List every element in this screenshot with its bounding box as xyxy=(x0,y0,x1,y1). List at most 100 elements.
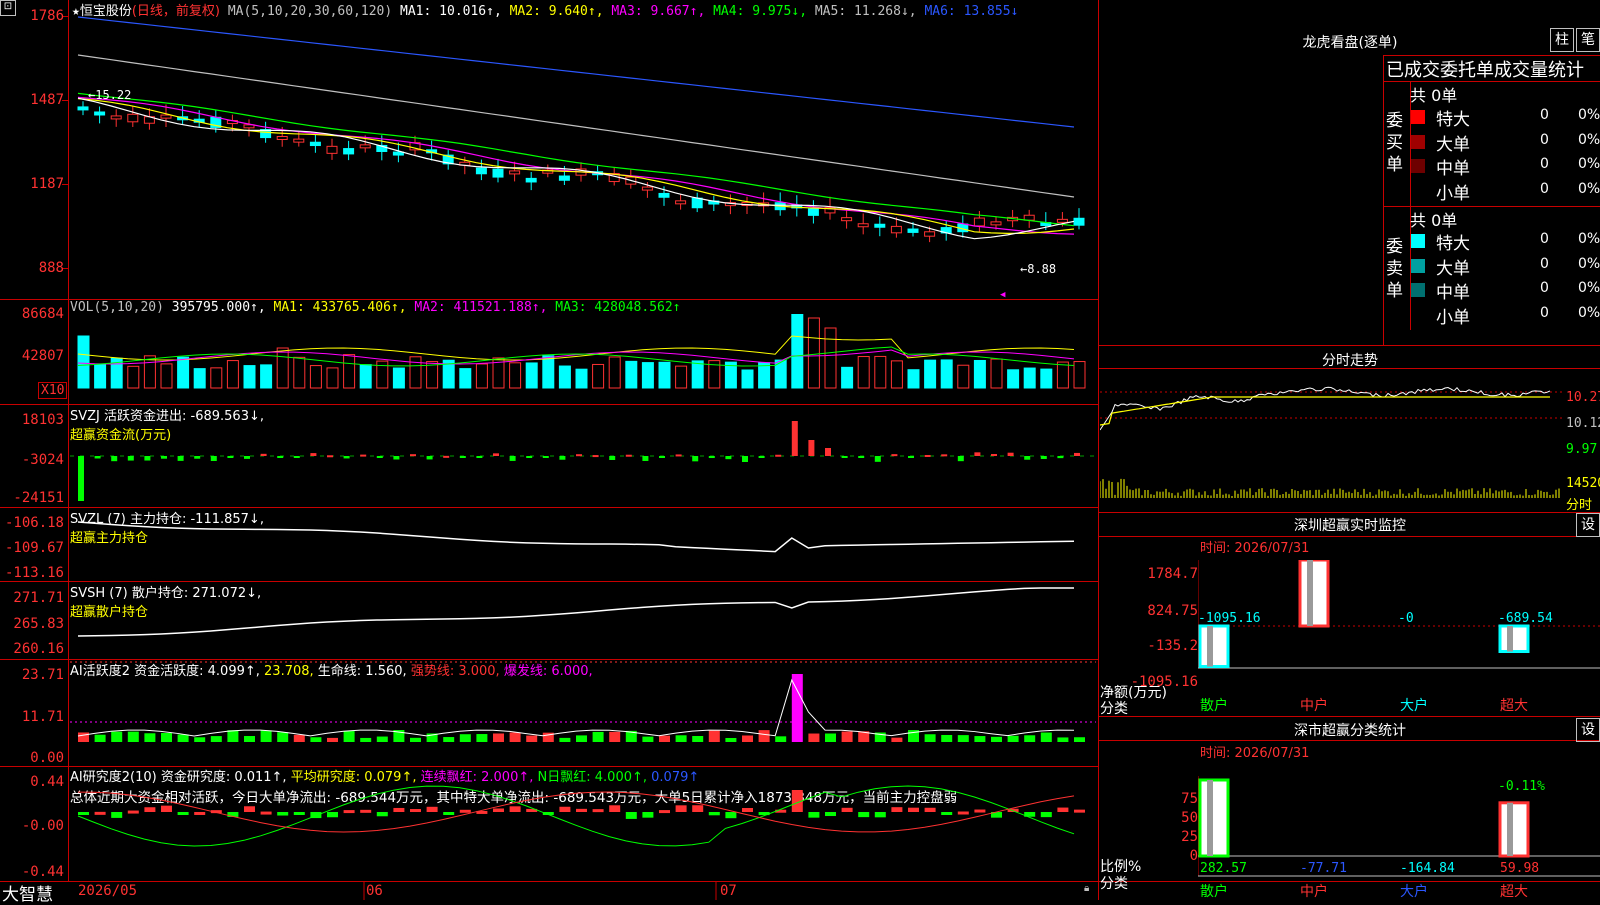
ai-research-bar xyxy=(111,812,123,818)
stats-chart[interactable]: 282.57 散户 -77.71 中户 -164.84 大户 59.98 超大 -0.11% xyxy=(1198,776,1600,900)
intraday-chart[interactable] xyxy=(1100,370,1565,512)
candle xyxy=(309,141,321,147)
volume-bar xyxy=(160,363,173,389)
monitor-chart[interactable]: -1095.16散户1784.7中户-0大户-689.54超大 xyxy=(1198,560,1600,714)
sell-row-count: 0 xyxy=(1540,304,1549,321)
ai-research-bar xyxy=(410,809,421,813)
ai-active-chart[interactable] xyxy=(70,660,1096,766)
buy-swatch xyxy=(1411,159,1425,173)
ai-active-bar xyxy=(659,735,670,742)
svzl-chart[interactable] xyxy=(70,508,1096,580)
svzj-bar xyxy=(1024,456,1031,460)
ai-active-bar xyxy=(1074,737,1085,742)
svzj-bar xyxy=(941,454,948,457)
sell-total: 共 0单 xyxy=(1410,211,1458,230)
svzj-bar xyxy=(957,456,964,462)
volume-bar xyxy=(973,359,986,389)
sell-row: 中单 0 0% xyxy=(1410,278,1600,303)
svzj-bar xyxy=(410,454,416,457)
volume-bar xyxy=(857,356,870,389)
ai-research-bar xyxy=(1057,807,1069,812)
stats-bar-value: -164.84 xyxy=(1400,861,1455,876)
svzj-chart[interactable] xyxy=(70,406,1096,506)
bar-view-button[interactable]: 柱 xyxy=(1550,28,1574,52)
ai-active-bar xyxy=(111,731,123,742)
svsh-chart[interactable] xyxy=(70,582,1096,658)
ai-active-ytick: 0.00 xyxy=(30,750,64,766)
volume-bar xyxy=(1073,361,1086,389)
buy-row: 中单 0 0% xyxy=(1410,154,1600,179)
svzj-bar xyxy=(526,456,533,458)
svsh-ytick: 260.16 xyxy=(13,641,64,657)
ai-active-bar xyxy=(526,735,538,742)
ai-active-bar xyxy=(775,736,787,742)
ai-research-bar xyxy=(891,807,903,812)
candle xyxy=(525,177,537,183)
sell-row-name: 特大 xyxy=(1436,234,1470,254)
ai-active-bar xyxy=(675,735,687,742)
high-price-label: ←15.22 xyxy=(88,88,132,102)
candle xyxy=(1056,218,1068,223)
svzj-bar xyxy=(891,454,898,457)
candle xyxy=(475,167,487,175)
candle xyxy=(857,223,869,228)
volume-bar xyxy=(791,314,804,389)
ai-research-bar xyxy=(974,809,986,813)
ai-research-bar xyxy=(941,812,953,815)
monitor-bar-label: -1095.16 xyxy=(1198,611,1261,626)
ai-active-bar xyxy=(941,734,953,742)
volume-bar xyxy=(343,354,356,389)
svzj-bar xyxy=(791,421,798,456)
ai-active-bar xyxy=(476,734,488,742)
monitor-axis-sub: 分类 xyxy=(1100,701,1128,717)
buy-row-count: 0 xyxy=(1540,107,1549,123)
app-menu-icon[interactable]: ⊡ xyxy=(0,0,16,16)
ai-active-bar xyxy=(1040,732,1052,742)
ai-active-bar xyxy=(161,732,172,742)
stats-settings-button[interactable]: 设 xyxy=(1576,718,1600,742)
ma-line xyxy=(77,92,1075,227)
volume-chart[interactable] xyxy=(70,314,1096,402)
volume-bar xyxy=(94,363,107,389)
ai-active-bar xyxy=(78,732,89,742)
intraday-ylabel: 14520 xyxy=(1566,476,1600,491)
ai-research-bar xyxy=(725,812,737,819)
svzj-bar xyxy=(924,454,931,457)
ai-research-chart[interactable] xyxy=(70,766,1096,880)
svsh-line xyxy=(77,587,1074,637)
svzj-bar xyxy=(592,455,599,458)
svzj-bar xyxy=(260,453,267,456)
stats-bar-shade xyxy=(1207,780,1213,856)
ai-active-bar xyxy=(991,736,1002,742)
volume-bar xyxy=(824,327,837,389)
candle xyxy=(691,197,703,209)
ai-active-bar xyxy=(277,732,289,742)
sell-row: 特大 0 0% xyxy=(1410,229,1600,254)
ai-active-bar xyxy=(459,734,471,742)
ai-research-bar xyxy=(1040,812,1052,818)
svzj-bar xyxy=(808,440,815,456)
intraday-price-line xyxy=(1100,386,1551,431)
monitor-ytick: 824.75 xyxy=(1147,603,1198,619)
tick-view-button[interactable]: 笔 xyxy=(1576,28,1600,52)
app-name[interactable]: 大智慧 xyxy=(2,880,53,905)
ai-active-bar xyxy=(559,737,571,742)
svzj-bar xyxy=(127,456,134,461)
buy-row-name: 中单 xyxy=(1436,159,1470,179)
sell-row-count: 0 xyxy=(1540,231,1549,247)
svzj-bar xyxy=(111,456,118,462)
ai-active-bar xyxy=(194,737,206,742)
ai-research-bar xyxy=(144,807,156,812)
ai-research-bar xyxy=(78,812,89,815)
svzj-bar xyxy=(775,454,782,457)
monitor-settings-button[interactable]: 设 xyxy=(1576,513,1600,537)
buy-row-count: 0 xyxy=(1540,131,1549,148)
svzj-bar xyxy=(825,448,831,456)
sell-swatch xyxy=(1411,283,1425,297)
buy-row-pct: 0% xyxy=(1578,156,1600,172)
svzj-bar xyxy=(78,456,84,501)
candlestick-chart[interactable] xyxy=(70,12,1096,298)
svzj-ytick: -3024 xyxy=(21,452,64,468)
ai-research-bar xyxy=(260,811,272,815)
buy-orders-label: 委买单 xyxy=(1386,111,1403,175)
